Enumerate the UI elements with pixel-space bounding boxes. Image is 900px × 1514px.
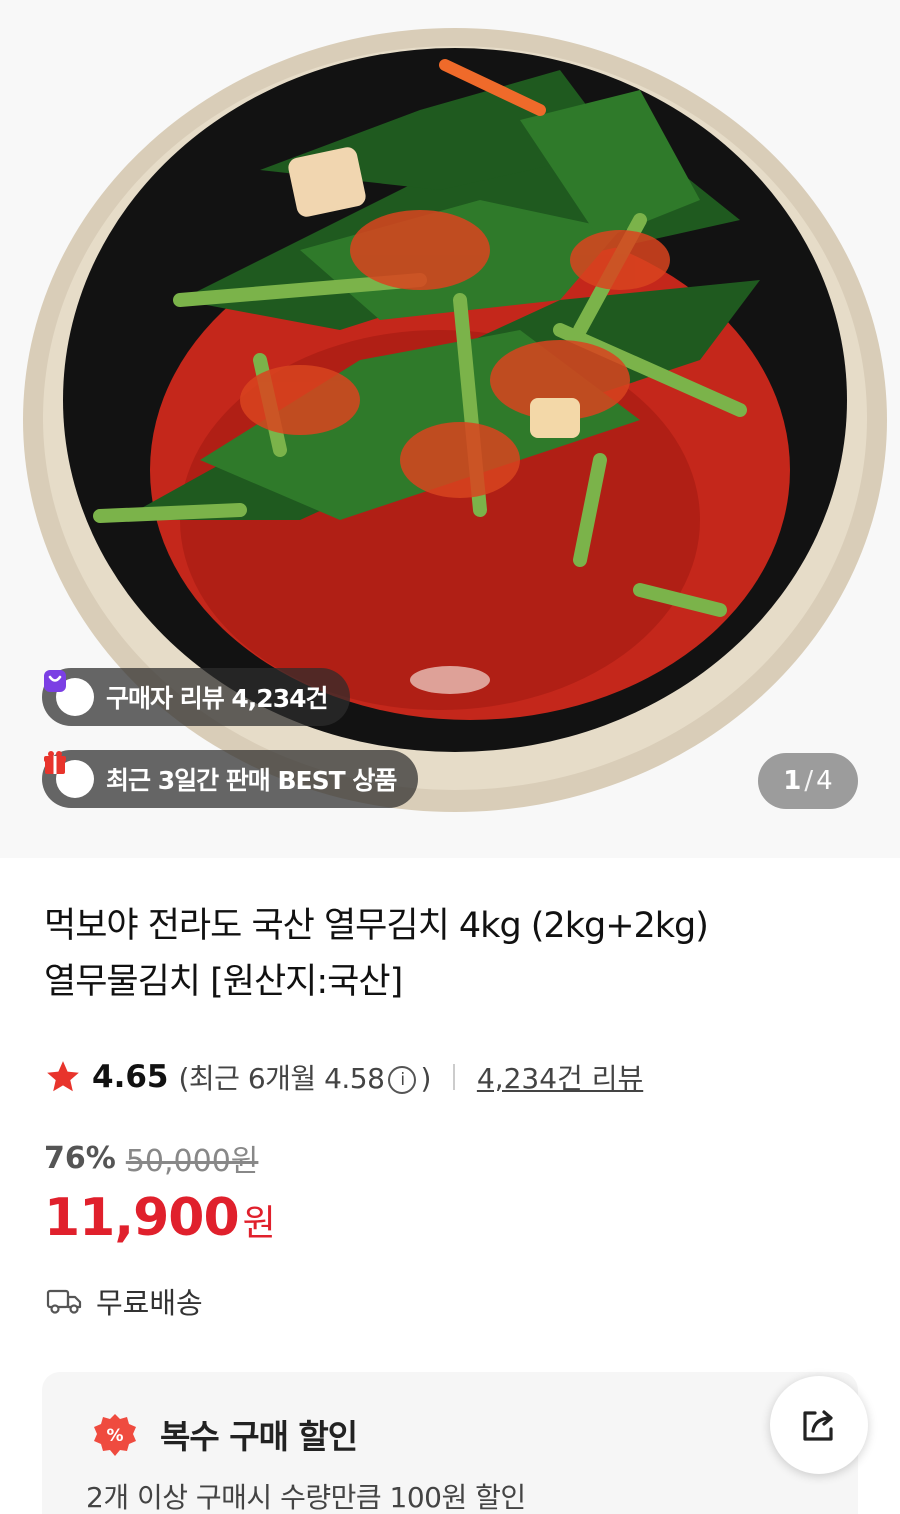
pager-total: 4 (816, 766, 833, 796)
review-count-link[interactable]: 4,234건 리뷰 (477, 1057, 643, 1097)
pager-separator: / (804, 766, 814, 796)
review-bag-icon (44, 670, 94, 716)
star-icon (47, 1061, 79, 1092)
product-title-line2: 열무물김치 [원산지:국산] (44, 962, 403, 1002)
recent-rating: (최근 6개월 4.58 i) (178, 1057, 432, 1097)
info-icon[interactable]: i (388, 1066, 417, 1094)
discount-rate: 76% (44, 1140, 116, 1176)
pager-current: 1 (783, 766, 802, 796)
best-seller-text: 최근 3일간 판매 BEST 상품 (106, 766, 397, 795)
divider (452, 1064, 455, 1090)
rating-row: 4.65 (최근 6개월 4.58 i) 4,234건 리뷰 (44, 1054, 643, 1100)
gift-icon (44, 751, 94, 798)
discount-card-title: 복수 구매 할인 (160, 1417, 358, 1456)
truck-icon (46, 1289, 82, 1314)
recent-rating-text: (최근 6개월 4.58 (178, 1062, 385, 1095)
discount-row: 76% 50,000원 (44, 1136, 258, 1180)
discount-card-description: 2개 이상 구매시 수량만큼 100원 할인 (86, 1481, 526, 1514)
image-pager: 1 / 4 (758, 753, 858, 809)
shipping-info: 무료배송 (46, 1280, 203, 1322)
multi-buy-discount-card[interactable]: % 복수 구매 할인 2개 이상 구매시 수량만큼 100원 할인 (42, 1372, 858, 1514)
sale-price: 11,900 원 (44, 1188, 276, 1248)
price-currency: 원 (242, 1203, 276, 1244)
recent-rating-close: ) (420, 1062, 431, 1095)
share-button[interactable] (770, 1376, 868, 1474)
percent-badge-icon: % (94, 1414, 136, 1456)
rating-score: 4.65 (92, 1059, 169, 1095)
price-value: 11,900 (44, 1188, 240, 1248)
buyer-review-text: 구매자 리뷰 4,234건 (106, 684, 328, 713)
shipping-text: 무료배송 (96, 1286, 203, 1320)
original-price: 50,000원 (125, 1144, 259, 1179)
product-title-line1: 먹보야 전라도 국산 열무김치 4kg (2kg+2kg) (44, 906, 709, 946)
product-title: 먹보야 전라도 국산 열무김치 4kg (2kg+2kg) 열무물김치 [원산지… (44, 898, 864, 1010)
kimchi-bowl-photo (0, 0, 900, 858)
product-image-carousel[interactable]: 구매자 리뷰 4,234건 최근 3일간 판매 BEST 상품 1 / 4 (0, 0, 900, 858)
share-icon (803, 1410, 833, 1441)
buyer-review-badge[interactable]: 구매자 리뷰 4,234건 (42, 668, 350, 726)
best-seller-badge[interactable]: 최근 3일간 판매 BEST 상품 (42, 750, 419, 808)
svg-text:%: % (106, 1426, 123, 1446)
